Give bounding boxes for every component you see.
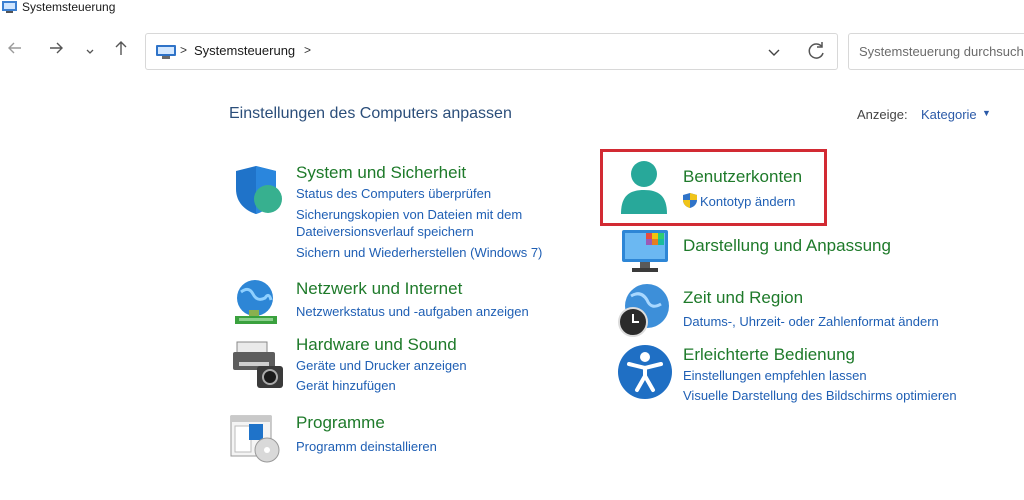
search-input[interactable]: Systemsteuerung durchsuche [848, 33, 1024, 70]
uac-shield-icon [683, 193, 697, 208]
category-time-region[interactable]: Zeit und Region [683, 288, 803, 308]
category-hardware-sound[interactable]: Hardware und Sound [296, 335, 457, 355]
shield-icon [236, 166, 282, 214]
up-arrow-icon [115, 41, 127, 55]
link-file-history[interactable]: Dateiversionsverlauf speichern [296, 224, 474, 239]
forward-arrow-icon [50, 42, 63, 54]
link-devices-printers[interactable]: Geräte und Drucker anzeigen [296, 358, 467, 373]
link-add-device[interactable]: Gerät hinzufügen [296, 378, 396, 393]
category-appearance[interactable]: Darstellung und Anpassung [683, 236, 891, 256]
category-user-accounts[interactable]: Benutzerkonten [683, 167, 802, 187]
breadcrumb-separator: > [180, 43, 188, 57]
link-backup-files[interactable]: Sicherungskopien von Dateien mit dem [296, 207, 522, 222]
control-panel-icon [2, 1, 17, 13]
search-placeholder: Systemsteuerung durchsuche [859, 44, 1024, 59]
category-programs[interactable]: Programme [296, 413, 385, 433]
back-arrow-icon [8, 42, 21, 54]
refresh-icon[interactable] [805, 40, 827, 62]
monitor-icon [622, 230, 668, 272]
category-accessibility[interactable]: Erleichterte Bedienung [683, 345, 855, 365]
accessibility-icon [618, 345, 672, 399]
programs-icon [230, 415, 280, 463]
chevron-down-icon[interactable]: ▼ [982, 108, 991, 118]
title-bar: Systemsteuerung [0, 0, 1024, 16]
chevron-down-icon [86, 49, 94, 54]
network-icon [235, 280, 277, 324]
category-network-internet[interactable]: Netzwerk und Internet [296, 279, 462, 299]
up-button[interactable] [109, 40, 133, 64]
page-title: Einstellungen des Computers anpassen [229, 105, 512, 122]
link-status-computer[interactable]: Status des Computers überprüfen [296, 186, 491, 201]
link-date-time-format[interactable]: Datums-, Uhrzeit- oder Zahlenformat ände… [683, 314, 939, 329]
link-optimize-display[interactable]: Visuelle Darstellung des Bildschirms opt… [683, 388, 957, 403]
view-dropdown[interactable]: Kategorie [921, 107, 977, 122]
link-backup-restore[interactable]: Sichern und Wiederherstellen (Windows 7) [296, 245, 542, 260]
window-title: Systemsteuerung [22, 0, 116, 14]
printer-icon [233, 341, 283, 388]
link-uninstall-program[interactable]: Programm deinstallieren [296, 439, 437, 454]
chevron-down-icon[interactable] [768, 47, 780, 57]
link-change-account-type[interactable]: Kontotyp ändern [700, 194, 795, 209]
link-network-status[interactable]: Netzwerkstatus und -aufgaben anzeigen [296, 304, 529, 319]
address-bar[interactable]: > Systemsteuerung > [145, 33, 838, 70]
globe-clock-icon [618, 284, 669, 337]
category-system-security[interactable]: System und Sicherheit [296, 163, 466, 183]
breadcrumb-separator[interactable]: > [304, 43, 311, 57]
back-button[interactable] [3, 40, 27, 64]
view-label: Anzeige: [857, 107, 908, 122]
control-panel-icon [156, 45, 176, 59]
forward-button[interactable] [44, 40, 68, 64]
link-recommend-settings[interactable]: Einstellungen empfehlen lassen [683, 368, 867, 383]
user-icon [621, 161, 667, 214]
breadcrumb-systemsteuerung[interactable]: Systemsteuerung [194, 43, 295, 58]
recent-locations-button[interactable] [78, 40, 102, 64]
